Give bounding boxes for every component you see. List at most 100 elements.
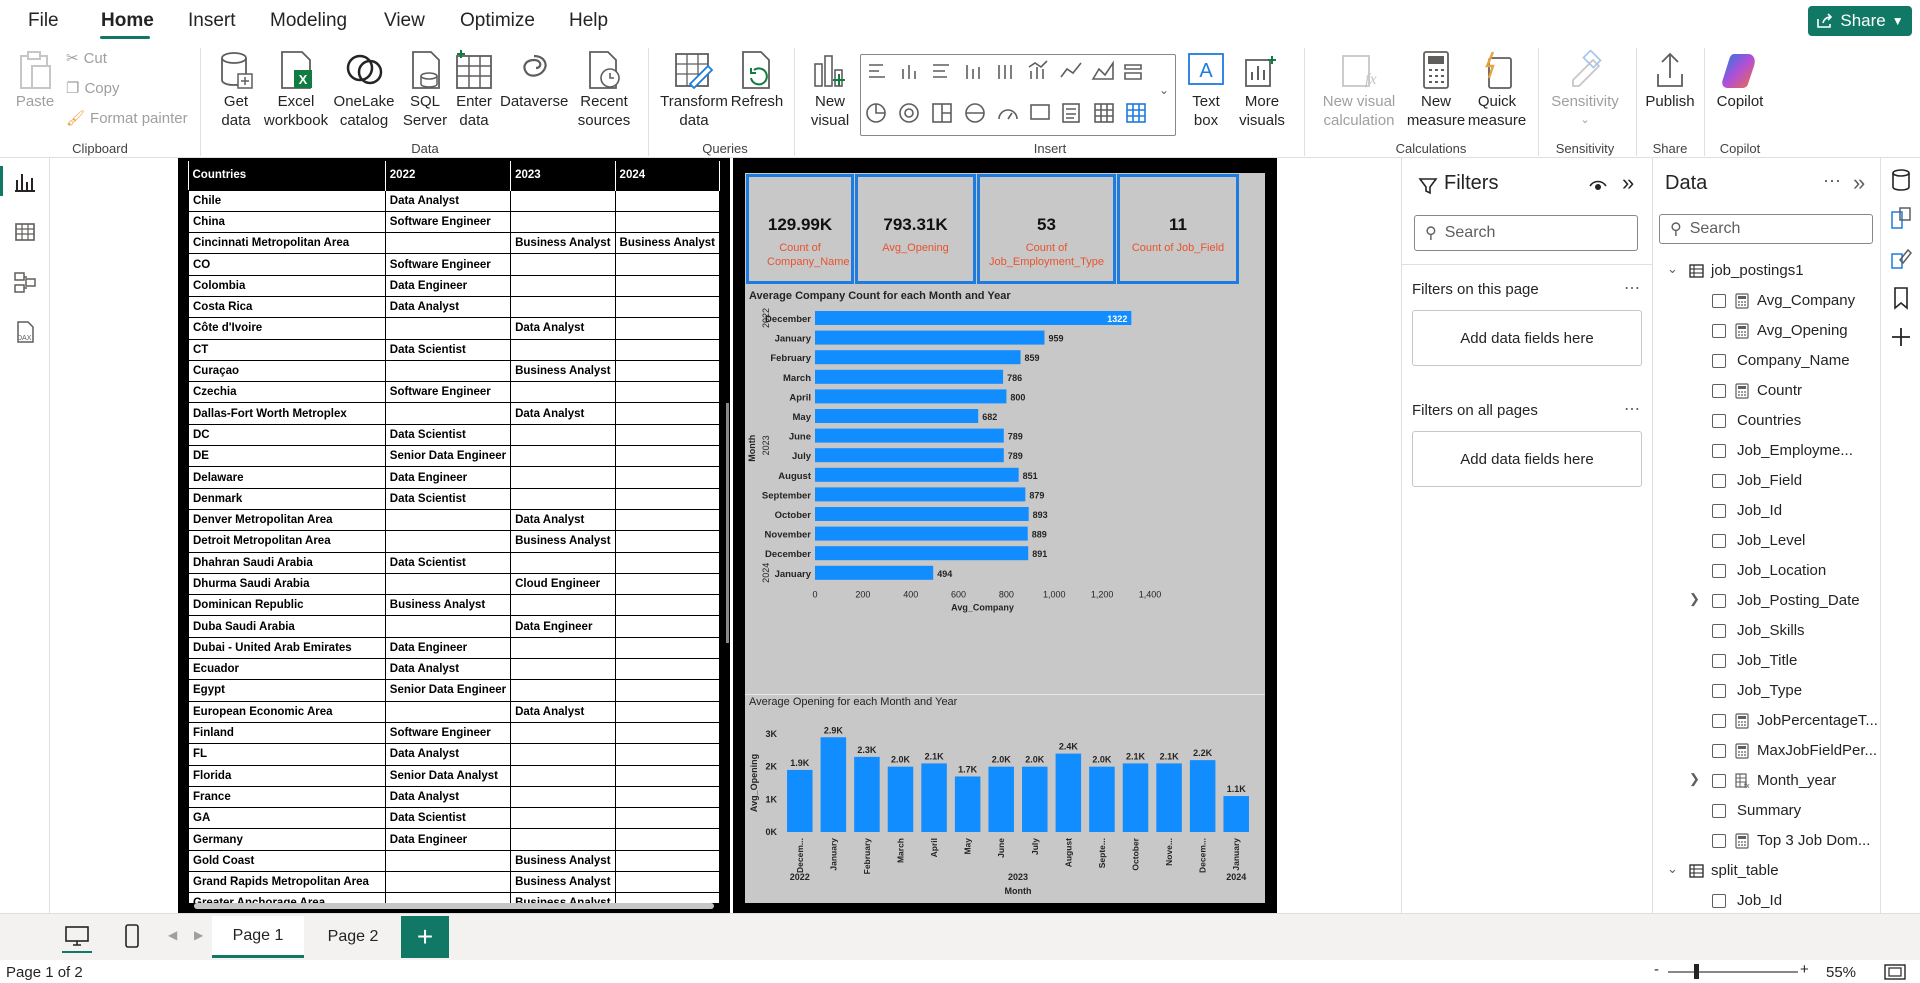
zoom-in-button[interactable]: + xyxy=(1800,961,1809,978)
field-item[interactable]: JobPercentageT... xyxy=(1653,706,1881,736)
field-checkbox[interactable] xyxy=(1712,354,1726,368)
bar[interactable] xyxy=(815,409,979,423)
collapse-pane-icon[interactable]: » xyxy=(1853,170,1865,196)
bar[interactable] xyxy=(815,467,1019,482)
table-row[interactable]: Chile Data Analyst xyxy=(188,189,720,212)
copy-button[interactable]: ❐ Copy xyxy=(66,79,119,98)
collapse-pane-icon[interactable]: » xyxy=(1622,170,1634,196)
field-item[interactable]: Job_Id xyxy=(1653,496,1881,526)
field-checkbox[interactable] xyxy=(1712,624,1726,638)
field-checkbox[interactable] xyxy=(1712,444,1726,458)
tab-page-2[interactable]: Page 2 xyxy=(308,916,398,958)
table-view-icon[interactable] xyxy=(13,220,37,244)
next-page-icon[interactable]: ▶ xyxy=(194,928,203,942)
transform-data-button[interactable]: Transform data xyxy=(656,50,732,130)
table-row[interactable]: FL Data Analyst xyxy=(188,743,720,766)
field-item[interactable]: Job_Employme... xyxy=(1653,436,1881,466)
bar[interactable] xyxy=(1022,766,1048,832)
new-visual-button[interactable]: New visual xyxy=(804,50,856,130)
bar[interactable] xyxy=(1223,796,1249,832)
table-row[interactable]: Costa Rica Data Analyst xyxy=(188,295,720,319)
field-checkbox[interactable] xyxy=(1712,594,1726,608)
table-row[interactable]: Duba Saudi Arabia Data Engineer xyxy=(188,615,720,638)
table-row[interactable]: DC Data Scientist xyxy=(188,423,720,447)
eye-icon[interactable] xyxy=(1588,178,1608,194)
tab-page-1[interactable]: Page 1 xyxy=(212,916,304,958)
field-item[interactable]: Job_Id xyxy=(1653,886,1881,916)
field-item[interactable]: Company_Name xyxy=(1653,346,1881,376)
zoom-slider-track[interactable] xyxy=(1668,971,1798,973)
sensitivity-button[interactable]: Sensitivity ⌄ xyxy=(1542,50,1628,130)
field-checkbox[interactable] xyxy=(1712,474,1726,488)
field-item[interactable]: Job_Title xyxy=(1653,646,1881,676)
field-checkbox[interactable] xyxy=(1712,564,1726,578)
bar[interactable] xyxy=(887,766,914,832)
table-row[interactable]: Grand Rapids Metropolitan Area Business A… xyxy=(188,870,720,894)
field-item[interactable]: Countr xyxy=(1653,376,1881,406)
field-checkbox[interactable] xyxy=(1712,804,1726,818)
field-item[interactable]: ❯ Job_Posting_Date xyxy=(1653,586,1881,616)
field-checkbox[interactable] xyxy=(1712,894,1726,908)
field-checkbox[interactable] xyxy=(1712,324,1726,338)
field-checkbox[interactable] xyxy=(1712,534,1726,548)
dax-query-view-icon[interactable]: DAX xyxy=(13,320,37,344)
filters-search-input[interactable]: ⚲ Search xyxy=(1414,215,1638,251)
field-checkbox[interactable] xyxy=(1712,774,1726,788)
table-row[interactable]: Gold Coast Business Analyst xyxy=(188,849,720,873)
table-row[interactable]: Curaçao Business Analyst xyxy=(188,359,720,383)
bar[interactable] xyxy=(815,546,1029,561)
model-view-icon[interactable] xyxy=(13,270,37,294)
field-item[interactable]: Job_Level xyxy=(1653,526,1881,556)
table-row[interactable]: Finland Software Engineer xyxy=(188,721,720,745)
zoom-out-button[interactable]: - xyxy=(1654,961,1659,978)
bar[interactable] xyxy=(1189,760,1216,832)
bar[interactable] xyxy=(815,428,1004,443)
field-item[interactable]: Job_Skills xyxy=(1653,616,1881,646)
field-checkbox[interactable] xyxy=(1712,414,1726,428)
bar[interactable] xyxy=(1156,763,1182,832)
more-options-icon[interactable]: ⋯ xyxy=(1624,399,1640,419)
field-checkbox[interactable] xyxy=(1712,714,1726,728)
field-checkbox[interactable] xyxy=(1712,294,1726,308)
menu-help[interactable]: Help xyxy=(569,10,608,32)
bar[interactable] xyxy=(1055,753,1082,832)
table-row[interactable]: CO Software Engineer xyxy=(188,253,720,276)
field-item[interactable]: ❯ fx Month_year xyxy=(1653,766,1881,796)
table-node[interactable]: ⌄ split_table xyxy=(1653,856,1881,886)
menu-view[interactable]: View xyxy=(384,10,425,32)
chevron-right-icon[interactable]: ❯ xyxy=(1689,591,1700,607)
get-data-button[interactable]: Get data xyxy=(208,50,264,130)
field-item[interactable]: Job_Type xyxy=(1653,676,1881,706)
table-row[interactable]: Germany Data Engineer xyxy=(188,828,720,851)
column-header[interactable]: 2023 xyxy=(510,161,616,190)
field-item[interactable]: Job_Field xyxy=(1653,466,1881,496)
bar[interactable] xyxy=(815,487,1026,502)
format-painter-button[interactable]: 🖌 Format painter xyxy=(66,109,188,128)
bar[interactable] xyxy=(815,389,1007,404)
bar[interactable] xyxy=(815,507,1029,521)
table-row[interactable]: Greater Anchorage Area Business Analyst xyxy=(188,892,720,903)
table-row[interactable]: Czechia Software Engineer xyxy=(188,381,720,404)
more-options-icon[interactable]: ⋯ xyxy=(1624,278,1640,298)
gallery-expand-icon[interactable]: ⌄ xyxy=(1159,83,1169,97)
table-row[interactable]: Dhurma Saudi Arabia Cloud Engineer xyxy=(188,572,720,596)
bar[interactable] xyxy=(815,526,1028,541)
bar[interactable] xyxy=(815,565,934,580)
field-item[interactable]: Top 3 Job Dom... xyxy=(1653,826,1881,856)
chevron-down-icon[interactable]: ⌄ xyxy=(1667,861,1678,877)
field-checkbox[interactable] xyxy=(1712,384,1726,398)
column-header[interactable]: 2024 xyxy=(615,161,720,190)
kpi-card-employment-type[interactable]: 53 Count of Job_Employment_Type xyxy=(977,174,1116,284)
table-row[interactable]: China Software Engineer xyxy=(188,210,720,234)
table-row[interactable]: Egypt Senior Data Engineer xyxy=(188,679,720,702)
report-view-icon[interactable] xyxy=(13,170,37,194)
refresh-button[interactable]: Refresh xyxy=(730,50,784,111)
table-row[interactable]: Denmark Data Scientist xyxy=(188,487,720,510)
horizontal-scrollbar[interactable] xyxy=(194,903,714,909)
dataverse-button[interactable]: Dataverse xyxy=(500,50,568,111)
menu-home[interactable]: Home xyxy=(101,10,154,32)
menu-optimize[interactable]: Optimize xyxy=(460,10,535,32)
more-options-icon[interactable]: ⋯ xyxy=(1823,171,1841,192)
paste-button[interactable]: Paste xyxy=(14,50,56,111)
column-header[interactable]: Countries xyxy=(188,161,386,190)
